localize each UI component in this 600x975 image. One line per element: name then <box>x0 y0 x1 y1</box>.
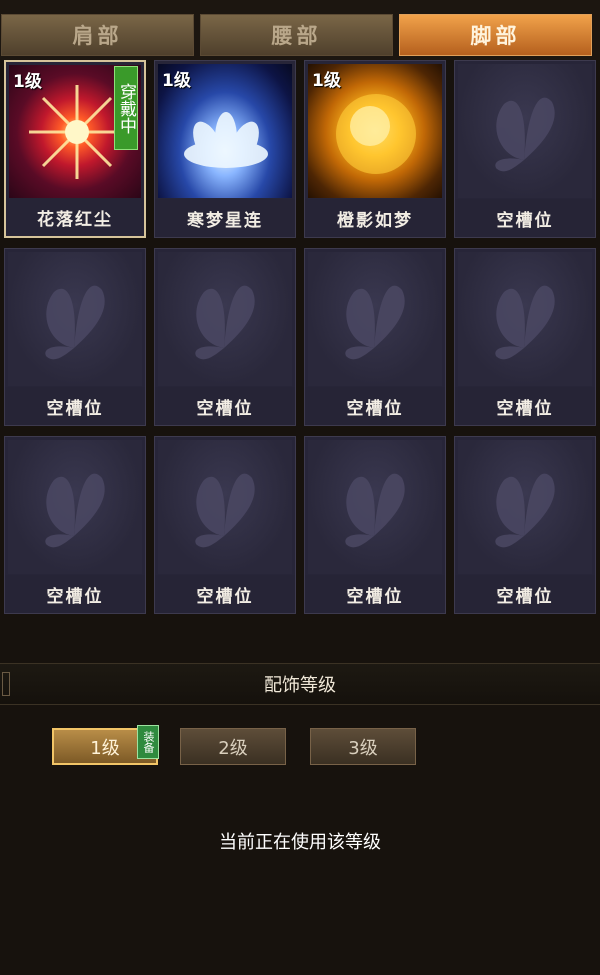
level-label: 1级 <box>312 71 341 91</box>
accessory-slot[interactable]: 1级 寒梦星连 <box>154 60 296 238</box>
wearing-badge: 穿戴中 <box>114 66 138 150</box>
level-2-button[interactable]: 2级 <box>180 728 286 765</box>
accessory-slot[interactable]: 1级 橙影如梦 <box>304 60 446 238</box>
slot-name: 寒梦星连 <box>155 199 295 237</box>
slot-name: 空槽位 <box>455 387 595 425</box>
tab-waist[interactable]: 腰部 <box>200 14 393 56</box>
slot-name: 空槽位 <box>155 387 295 425</box>
empty-slot[interactable]: 空槽位 <box>154 248 296 426</box>
empty-slot[interactable]: 空槽位 <box>454 248 596 426</box>
empty-slot[interactable]: 空槽位 <box>454 436 596 614</box>
slot-name: 空槽位 <box>305 387 445 425</box>
butterfly-icon <box>158 252 292 386</box>
empty-slot[interactable]: 空槽位 <box>304 248 446 426</box>
slot-name: 空槽位 <box>305 575 445 613</box>
slot-name: 空槽位 <box>5 387 145 425</box>
equipped-badge: 装备 <box>137 725 159 759</box>
butterfly-icon <box>8 252 142 386</box>
empty-slot[interactable]: 空槽位 <box>304 436 446 614</box>
butterfly-icon <box>458 64 592 198</box>
empty-slot[interactable]: 空槽位 <box>4 436 146 614</box>
butterfly-icon <box>8 440 142 574</box>
level-label: 1级 <box>162 71 191 91</box>
slot-name: 空槽位 <box>5 575 145 613</box>
section-header: 配饰等级 <box>0 663 600 705</box>
butterfly-icon <box>458 440 592 574</box>
butterfly-icon <box>308 440 442 574</box>
butterfly-icon <box>158 440 292 574</box>
empty-slot[interactable]: 空槽位 <box>4 248 146 426</box>
slot-name: 空槽位 <box>455 199 595 237</box>
section-title: 配饰等级 <box>264 675 336 696</box>
level-label: 1级 <box>13 72 42 92</box>
tab-bar: 肩部 腰部 脚部 <box>0 0 600 60</box>
butterfly-icon <box>308 252 442 386</box>
tab-shoulder[interactable]: 肩部 <box>1 14 194 56</box>
empty-slot[interactable]: 空槽位 <box>154 436 296 614</box>
slot-name: 空槽位 <box>455 575 595 613</box>
slot-name: 橙影如梦 <box>305 199 445 237</box>
butterfly-icon <box>458 252 592 386</box>
tab-feet[interactable]: 脚部 <box>399 14 592 56</box>
slot-name: 花落红尘 <box>6 198 144 236</box>
slot-name: 空槽位 <box>155 575 295 613</box>
empty-slot[interactable]: 空槽位 <box>454 60 596 238</box>
level-3-button[interactable]: 3级 <box>310 728 416 765</box>
accessory-slot[interactable]: 1级 穿戴中 花落红尘 <box>4 60 146 238</box>
status-text: 当前正在使用该等级 <box>219 832 381 853</box>
